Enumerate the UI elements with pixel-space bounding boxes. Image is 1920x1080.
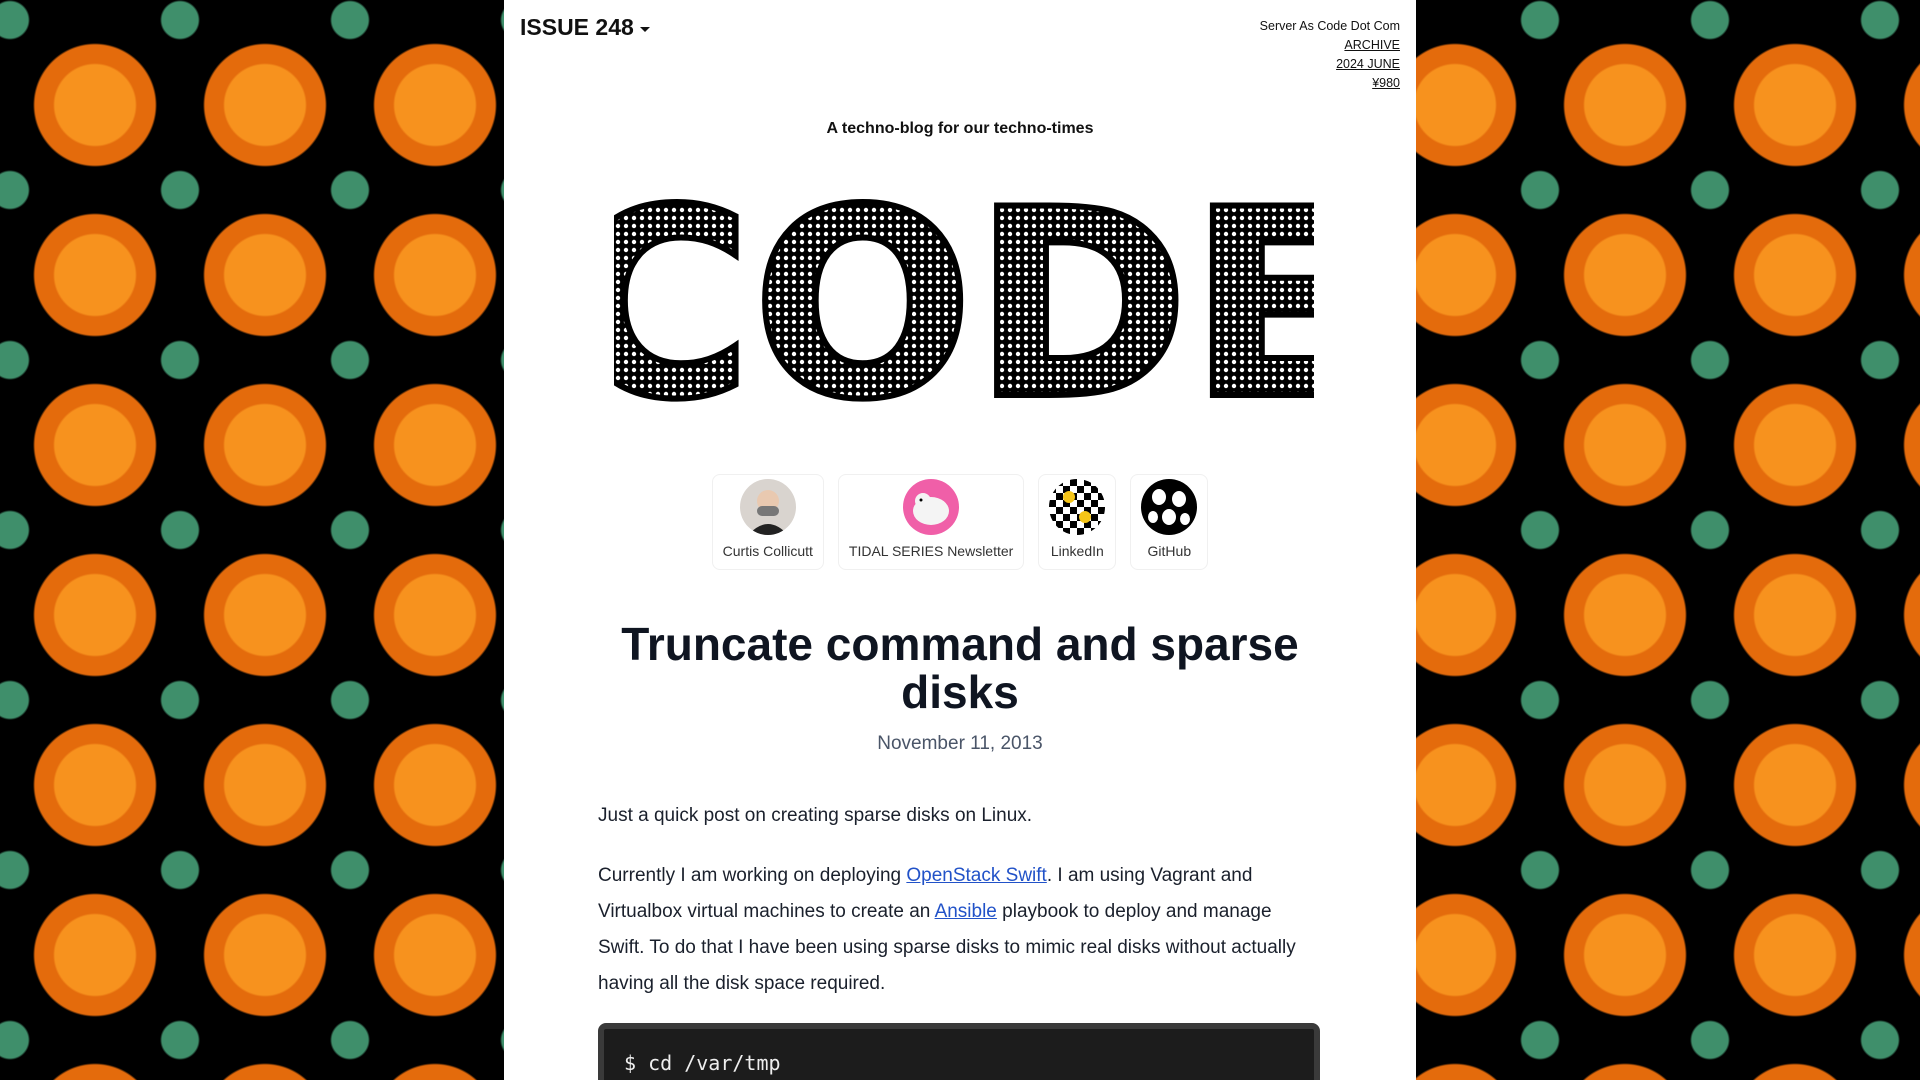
- issue-label: ISSUE 248: [520, 14, 634, 40]
- caret-down-icon: [639, 26, 650, 32]
- code-logo: CODE: [614, 152, 1314, 440]
- profile-link-curtis[interactable]: Curtis Collicutt: [711, 474, 824, 570]
- code-line: $ cd /var/tmp: [624, 1051, 781, 1075]
- openstack-swift-link[interactable]: OpenStack Swift: [906, 865, 1046, 886]
- header-meta: Server As Code Dot Com ARCHIVE 2024 JUNE…: [1260, 17, 1400, 93]
- post-date: November 11, 2013: [877, 733, 1043, 754]
- profile-link-label: TIDAL SERIES Newsletter: [848, 543, 1014, 559]
- logo-text: CODE: [614, 155, 1314, 440]
- edition-link[interactable]: 2024 JUNE: [1260, 55, 1400, 74]
- post-body: Just a quick post on creating sparse dis…: [598, 798, 1322, 1026]
- post-text: Currently I am working on deploying: [598, 865, 907, 886]
- ansible-link[interactable]: Ansible: [935, 901, 997, 922]
- post-paragraph: Just a quick post on creating sparse dis…: [598, 805, 1033, 826]
- checker-smiley-avatar-icon: [1049, 479, 1106, 535]
- code-block: $ cd /var/tmp: [598, 1023, 1320, 1080]
- page-content: ISSUE 248 Server As Code Dot Com ARCHIVE…: [504, 0, 1416, 1080]
- profile-links: Curtis Collicutt TIDAL SERIES Newsletter…: [504, 474, 1416, 570]
- profile-link-newsletter[interactable]: TIDAL SERIES Newsletter: [837, 474, 1025, 570]
- post-title: Truncate command and sparse disks: [621, 618, 1299, 718]
- polar-bear-avatar-icon: [903, 479, 960, 535]
- profile-link-linkedin[interactable]: LinkedIn: [1038, 474, 1117, 570]
- person-avatar-icon: [739, 479, 796, 535]
- archive-link[interactable]: ARCHIVE: [1260, 36, 1400, 55]
- tagline: A techno-blog for our techno-times: [826, 120, 1094, 137]
- ghost-pattern-avatar-icon: [1141, 479, 1198, 535]
- profile-link-label: GitHub: [1147, 543, 1192, 559]
- site-name: Server As Code Dot Com: [1259, 19, 1400, 33]
- post-paragraph: Currently I am working on deploying Open…: [598, 858, 1322, 1002]
- profile-link-label: Curtis Collicutt: [722, 543, 813, 559]
- price-link[interactable]: ¥980: [1260, 74, 1400, 93]
- profile-link-github[interactable]: GitHub: [1130, 474, 1209, 570]
- issue-dropdown[interactable]: ISSUE 248: [520, 14, 650, 41]
- profile-link-label: LinkedIn: [1050, 543, 1104, 559]
